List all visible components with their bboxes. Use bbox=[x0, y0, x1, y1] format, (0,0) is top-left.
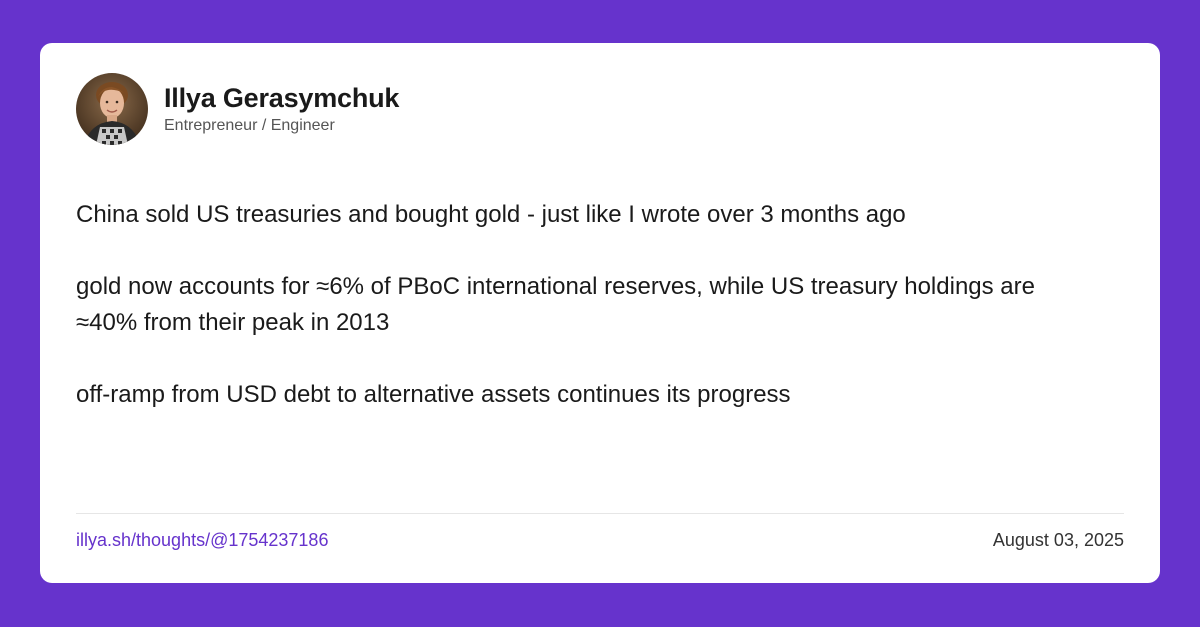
post-body: China sold US treasuries and bought gold… bbox=[76, 197, 1076, 449]
post-card: Illya Gerasymchuk Entrepreneur / Enginee… bbox=[40, 43, 1160, 583]
footer-divider bbox=[76, 513, 1124, 514]
author-title: Entrepreneur / Engineer bbox=[164, 117, 335, 134]
permalink[interactable]: illya.sh/thoughts/@1754237186 bbox=[76, 530, 328, 551]
profile-photo-icon bbox=[76, 73, 148, 145]
post-paragraph: China sold US treasuries and bought gold… bbox=[76, 201, 906, 228]
post-paragraph: gold now accounts for ≈6% of PBoC intern… bbox=[76, 273, 1035, 336]
author-name: Illya Gerasymchuk bbox=[164, 83, 400, 113]
post-date: August 03, 2025 bbox=[992, 530, 1124, 550]
avatar bbox=[76, 73, 148, 145]
post-paragraph: off-ramp from USD debt to alternative as… bbox=[76, 381, 791, 408]
